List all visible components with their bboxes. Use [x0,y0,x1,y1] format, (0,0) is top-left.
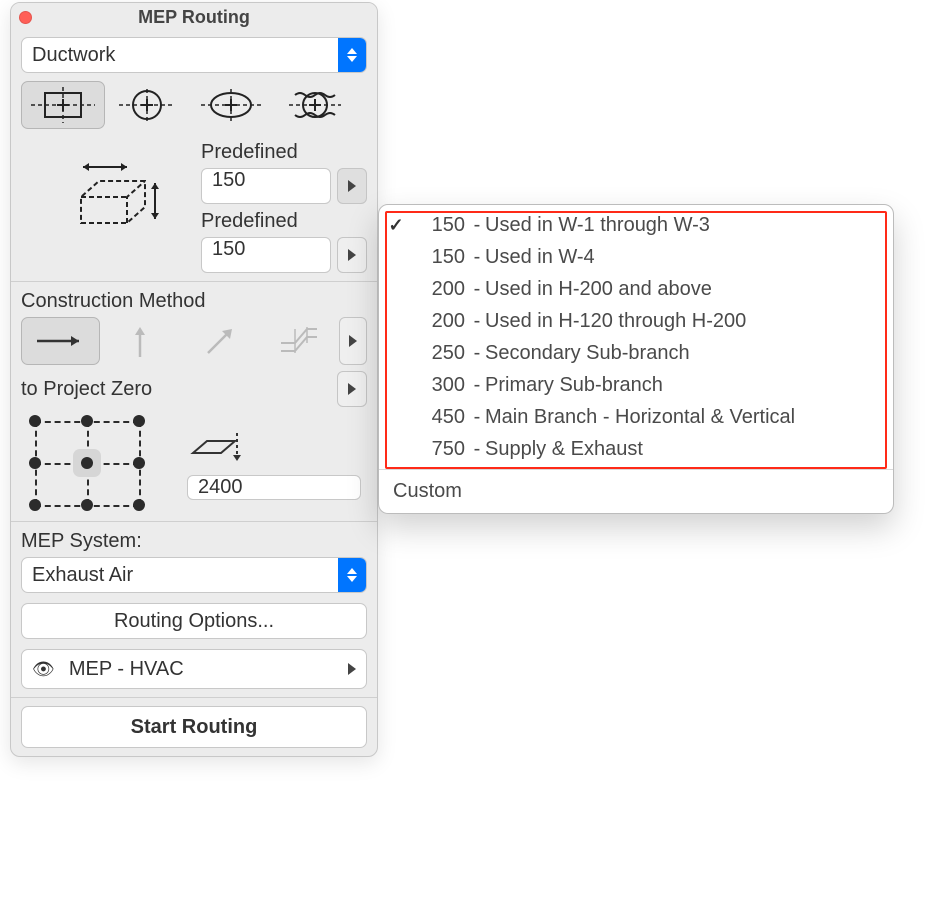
element-type-select[interactable]: Ductwork [21,37,367,73]
menu-item-desc: Used in W-4 [485,246,881,269]
routing-options-button[interactable]: Routing Options... [21,603,367,639]
arrow-up-icon [125,323,155,359]
anchor-center[interactable] [73,449,101,477]
construction-method-label: Construction Method [21,290,367,313]
box-dimension-icon [51,145,161,255]
menu-item-dash: - [469,342,485,365]
menu-item[interactable]: 150-Used in W-1 through W-3 [379,209,893,241]
element-type-value: Ductwork [22,44,338,67]
window-title: MEP Routing [11,7,377,28]
shape-oval-icon [199,87,263,123]
mep-system-value: Exhaust Air [22,564,338,587]
arrow-right-icon [33,329,89,353]
arrow-diag-icon [202,323,238,359]
mep-system-select[interactable]: Exhaust Air [21,557,367,593]
menu-item[interactable]: 450-Main Branch - Horizontal & Vertical [379,401,893,433]
start-routing-button[interactable]: Start Routing [21,706,367,748]
menu-item-value: 450 [413,406,469,429]
menu-item-dash: - [469,246,485,269]
menu-item-dash: - [469,438,485,461]
route-horizontal-button[interactable] [21,317,100,365]
menu-item-desc: Secondary Sub-branch [485,342,881,365]
eye-icon: 👁 [32,660,55,678]
stepper-icon [338,38,366,72]
route-alt-icon [277,323,321,359]
menu-item-desc: Main Branch - Horizontal & Vertical [485,406,881,429]
predefined-label-2: Predefined [201,210,367,233]
predefined-label-1: Predefined [201,141,367,164]
cross-section-shape-row [21,73,367,129]
menu-item-dash: - [469,310,485,333]
route-diagonal-button[interactable] [180,317,259,365]
height-preset-button[interactable] [337,237,367,273]
menu-item[interactable]: 200-Used in H-120 through H-200 [379,305,893,337]
menu-item-desc: Used in H-200 and above [485,278,881,301]
menu-item-desc: Used in H-120 through H-200 [485,310,881,333]
construction-more-button[interactable] [339,317,367,365]
menu-item[interactable]: 300-Primary Sub-branch [379,369,893,401]
menu-item-dash: - [469,214,485,237]
shape-rect-button[interactable] [21,81,105,129]
menu-item-value: 200 [413,310,469,333]
shape-circle-button[interactable] [105,81,189,129]
width-preset-button[interactable] [337,168,367,204]
project-zero-label: to Project Zero [21,378,152,401]
route-up-button[interactable] [100,317,179,365]
menu-item[interactable]: 200-Used in H-200 and above [379,273,893,305]
menu-separator [379,469,893,470]
menu-custom-item[interactable]: Custom [379,474,893,509]
mep-routing-panel: MEP Routing Ductwork [10,2,378,757]
menu-item[interactable]: 750-Supply & Exhaust [379,433,893,465]
menu-item[interactable]: 150-Used in W-4 [379,241,893,273]
menu-item-value: 250 [413,342,469,365]
menu-item-dash: - [469,406,485,429]
width-input[interactable]: 150 [201,168,331,204]
anchor-grid[interactable] [27,413,147,513]
preset-dropdown-menu: 150-Used in W-1 through W-3150-Used in W… [378,204,894,514]
shape-flex-icon [283,87,347,123]
shape-circle-icon [115,87,179,123]
mep-system-label: MEP System: [21,530,367,553]
height-input[interactable]: 150 [201,237,331,273]
check-icon [379,215,413,236]
layer-row-button[interactable]: 👁 MEP - HVAC [21,649,367,689]
shape-flex-button[interactable] [273,81,357,129]
menu-item-value: 150 [413,214,469,237]
dimension-icon-area [21,135,191,265]
menu-item-dash: - [469,374,485,397]
menu-item[interactable]: 250-Secondary Sub-branch [379,337,893,369]
menu-item-dash: - [469,278,485,301]
titlebar: MEP Routing [11,3,377,31]
construction-method-row [21,317,367,365]
menu-item-value: 150 [413,246,469,269]
route-alt-button[interactable] [259,317,338,365]
shape-rect-icon [31,87,95,123]
menu-item-value: 200 [413,278,469,301]
stepper-icon [338,558,366,592]
shape-oval-button[interactable] [189,81,273,129]
layer-name: MEP - HVAC [69,658,338,681]
menu-item-value: 750 [413,438,469,461]
chevron-right-icon [348,663,356,675]
reference-plane-icon [187,427,247,467]
project-zero-button[interactable] [337,371,367,407]
menu-item-desc: Supply & Exhaust [485,438,881,461]
menu-item-value: 300 [413,374,469,397]
offset-input[interactable]: 2400 [187,475,361,500]
menu-item-desc: Primary Sub-branch [485,374,881,397]
menu-item-desc: Used in W-1 through W-3 [485,214,881,237]
